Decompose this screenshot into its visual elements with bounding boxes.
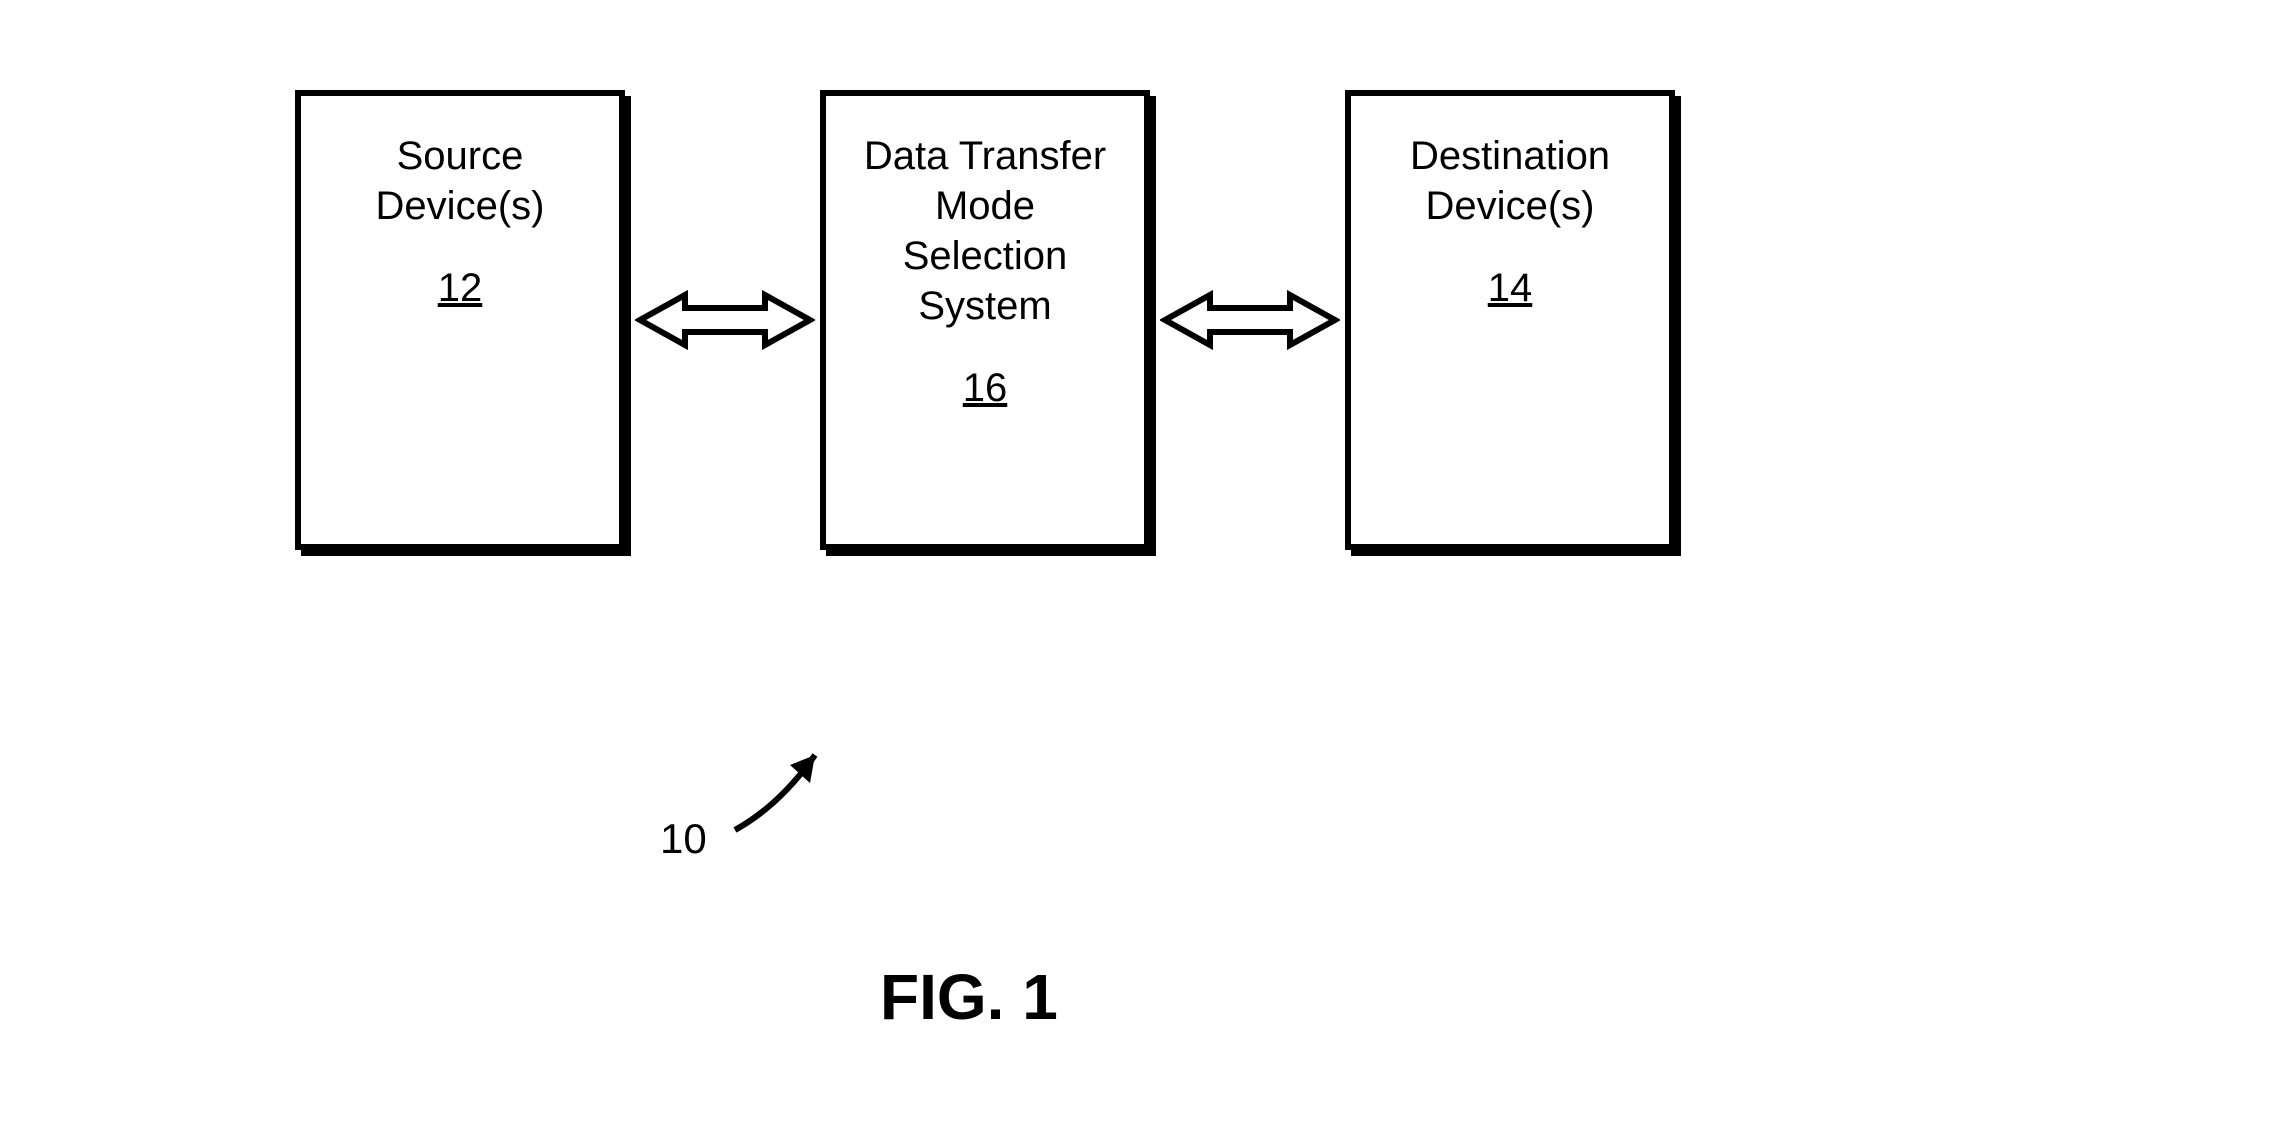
box-source: Source Device(s) 12 bbox=[295, 90, 625, 550]
box-system-inner: Data Transfer Mode Selection System 16 bbox=[826, 96, 1144, 411]
box-destination-inner: Destination Device(s) 14 bbox=[1351, 96, 1669, 311]
figure-label: FIG. 1 bbox=[880, 960, 1058, 1034]
box-system-title: Data Transfer Mode Selection System bbox=[826, 131, 1144, 331]
box-destination-title: Destination Device(s) bbox=[1351, 131, 1669, 231]
box-destination-ref: 14 bbox=[1488, 266, 1533, 311]
diagram-canvas: Source Device(s) 12 Data Transfer Mode S… bbox=[0, 0, 2271, 1147]
box-destination: Destination Device(s) 14 bbox=[1345, 90, 1675, 550]
box-system-ref: 16 bbox=[963, 366, 1008, 411]
box-source-ref: 12 bbox=[438, 266, 483, 311]
reference-arrow-icon bbox=[720, 735, 840, 845]
double-arrow-icon bbox=[1160, 290, 1340, 350]
box-source-title: Source Device(s) bbox=[301, 131, 619, 231]
box-source-inner: Source Device(s) 12 bbox=[301, 96, 619, 311]
box-system: Data Transfer Mode Selection System 16 bbox=[820, 90, 1150, 550]
double-arrow-icon bbox=[635, 290, 815, 350]
overall-ref-number: 10 bbox=[660, 815, 707, 863]
